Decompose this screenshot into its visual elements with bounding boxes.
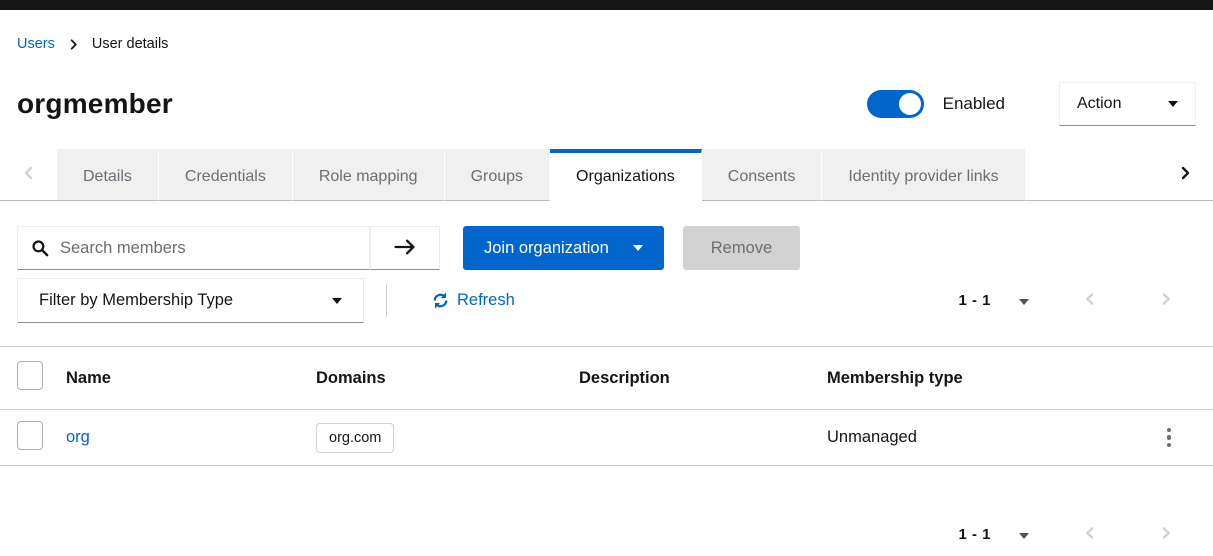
page-header: orgmember Enabled Action (17, 81, 1196, 127)
search-submit-button[interactable] (370, 226, 440, 270)
submit-search-icon (393, 239, 417, 258)
caret-down-icon (1019, 533, 1029, 539)
tabs-scroll-left-button[interactable] (0, 149, 57, 201)
pagination-top: 1 - 1 (958, 288, 1196, 313)
caret-down-icon (632, 245, 643, 251)
toolbar-row-actions: Join organization Remove (17, 226, 1196, 270)
search-icon (31, 239, 49, 257)
breadcrumb-separator-icon (68, 38, 79, 50)
refresh-label: Refresh (457, 291, 515, 309)
remove-button[interactable]: Remove (682, 226, 801, 270)
row-membership-type-cell: Unmanaged (827, 428, 917, 446)
toolbar-divider (386, 284, 387, 317)
header-controls: Enabled Action (866, 82, 1196, 126)
pagination-range: 1 - 1 (958, 292, 991, 309)
search-input-group (17, 226, 370, 270)
pagination-menu-button[interactable] (1015, 523, 1033, 546)
tabs-spacer (1025, 149, 1156, 201)
organization-link[interactable]: org (66, 428, 90, 446)
pagination-menu-button[interactable] (1015, 289, 1033, 312)
members-toolbar: Join organization Remove Filter by Membe… (0, 201, 1213, 323)
pagination-bottom: 1 - 1 (0, 522, 1213, 547)
membership-type-filter-dropdown[interactable]: Filter by Membership Type (17, 278, 364, 323)
next-page-icon (1159, 293, 1173, 309)
next-page-button[interactable] (1149, 288, 1183, 313)
previous-page-button[interactable] (1073, 288, 1107, 313)
scroll-right-icon (1178, 166, 1192, 183)
caret-down-icon (1168, 101, 1178, 107)
pagination-range: 1 - 1 (958, 526, 991, 543)
prev-page-icon (1083, 527, 1097, 543)
refresh-icon (432, 292, 449, 309)
table-row: org org.com Unmanaged (0, 410, 1213, 466)
search-input[interactable] (60, 238, 359, 258)
enabled-toggle[interactable] (866, 90, 924, 118)
next-page-icon (1159, 527, 1173, 543)
header-checkbox-cell (17, 361, 66, 395)
column-header-membership-type: Membership type (827, 368, 963, 387)
previous-page-button[interactable] (1073, 522, 1107, 547)
next-page-button[interactable] (1149, 522, 1183, 547)
refresh-button[interactable]: Refresh (432, 291, 515, 310)
column-header-description: Description (579, 368, 670, 387)
column-header-name: Name (66, 368, 111, 387)
enabled-toggle-label: Enabled (942, 94, 1005, 113)
remove-button-label: Remove (710, 238, 773, 257)
join-organization-button[interactable]: Join organization (463, 226, 664, 270)
breadcrumb-current-page: User details (91, 36, 169, 52)
tab-identity-provider-links[interactable]: Identity provider links (822, 149, 1026, 201)
tab-consents[interactable]: Consents (701, 149, 823, 201)
column-header-domains: Domains (316, 368, 386, 387)
row-domains-cell: org.com (316, 422, 579, 453)
masthead-bar (0, 0, 1213, 10)
tab-organizations[interactable]: Organizations (550, 149, 702, 201)
domain-chip: org.com (316, 422, 395, 453)
toggle-knob (898, 93, 921, 115)
tabs-bar: Details Credentials Role mapping Groups … (0, 149, 1213, 201)
members-table-header: Name Domains Description Membership type (0, 347, 1213, 410)
row-checkbox[interactable] (17, 420, 43, 450)
tab-groups[interactable]: Groups (444, 149, 551, 201)
tab-role-mapping[interactable]: Role mapping (292, 149, 445, 201)
join-organization-label: Join organization (484, 238, 609, 257)
row-checkbox-cell (17, 420, 66, 455)
prev-page-icon (1083, 293, 1097, 309)
breadcrumb-users-link[interactable]: Users (17, 36, 55, 52)
membership-type-filter-label: Filter by Membership Type (39, 291, 234, 309)
row-name-cell: org (66, 428, 316, 447)
tab-credentials[interactable]: Credentials (158, 149, 293, 201)
row-kebab-menu-button[interactable] (1163, 424, 1176, 452)
tab-details[interactable]: Details (57, 149, 159, 201)
tabs-scroll-right-button[interactable] (1156, 149, 1213, 201)
caret-down-icon (332, 297, 342, 304)
scroll-left-icon (22, 166, 36, 183)
breadcrumb: Users User details (17, 36, 1213, 52)
page-title: orgmember (17, 88, 173, 119)
toolbar-row-filter: Filter by Membership Type Refresh 1 - 1 (17, 278, 1196, 323)
kebab-icon (1166, 427, 1171, 448)
action-dropdown-button[interactable]: Action (1059, 82, 1196, 126)
action-dropdown-label: Action (1077, 95, 1122, 112)
caret-down-icon (1019, 299, 1029, 305)
select-all-checkbox[interactable] (17, 361, 43, 390)
